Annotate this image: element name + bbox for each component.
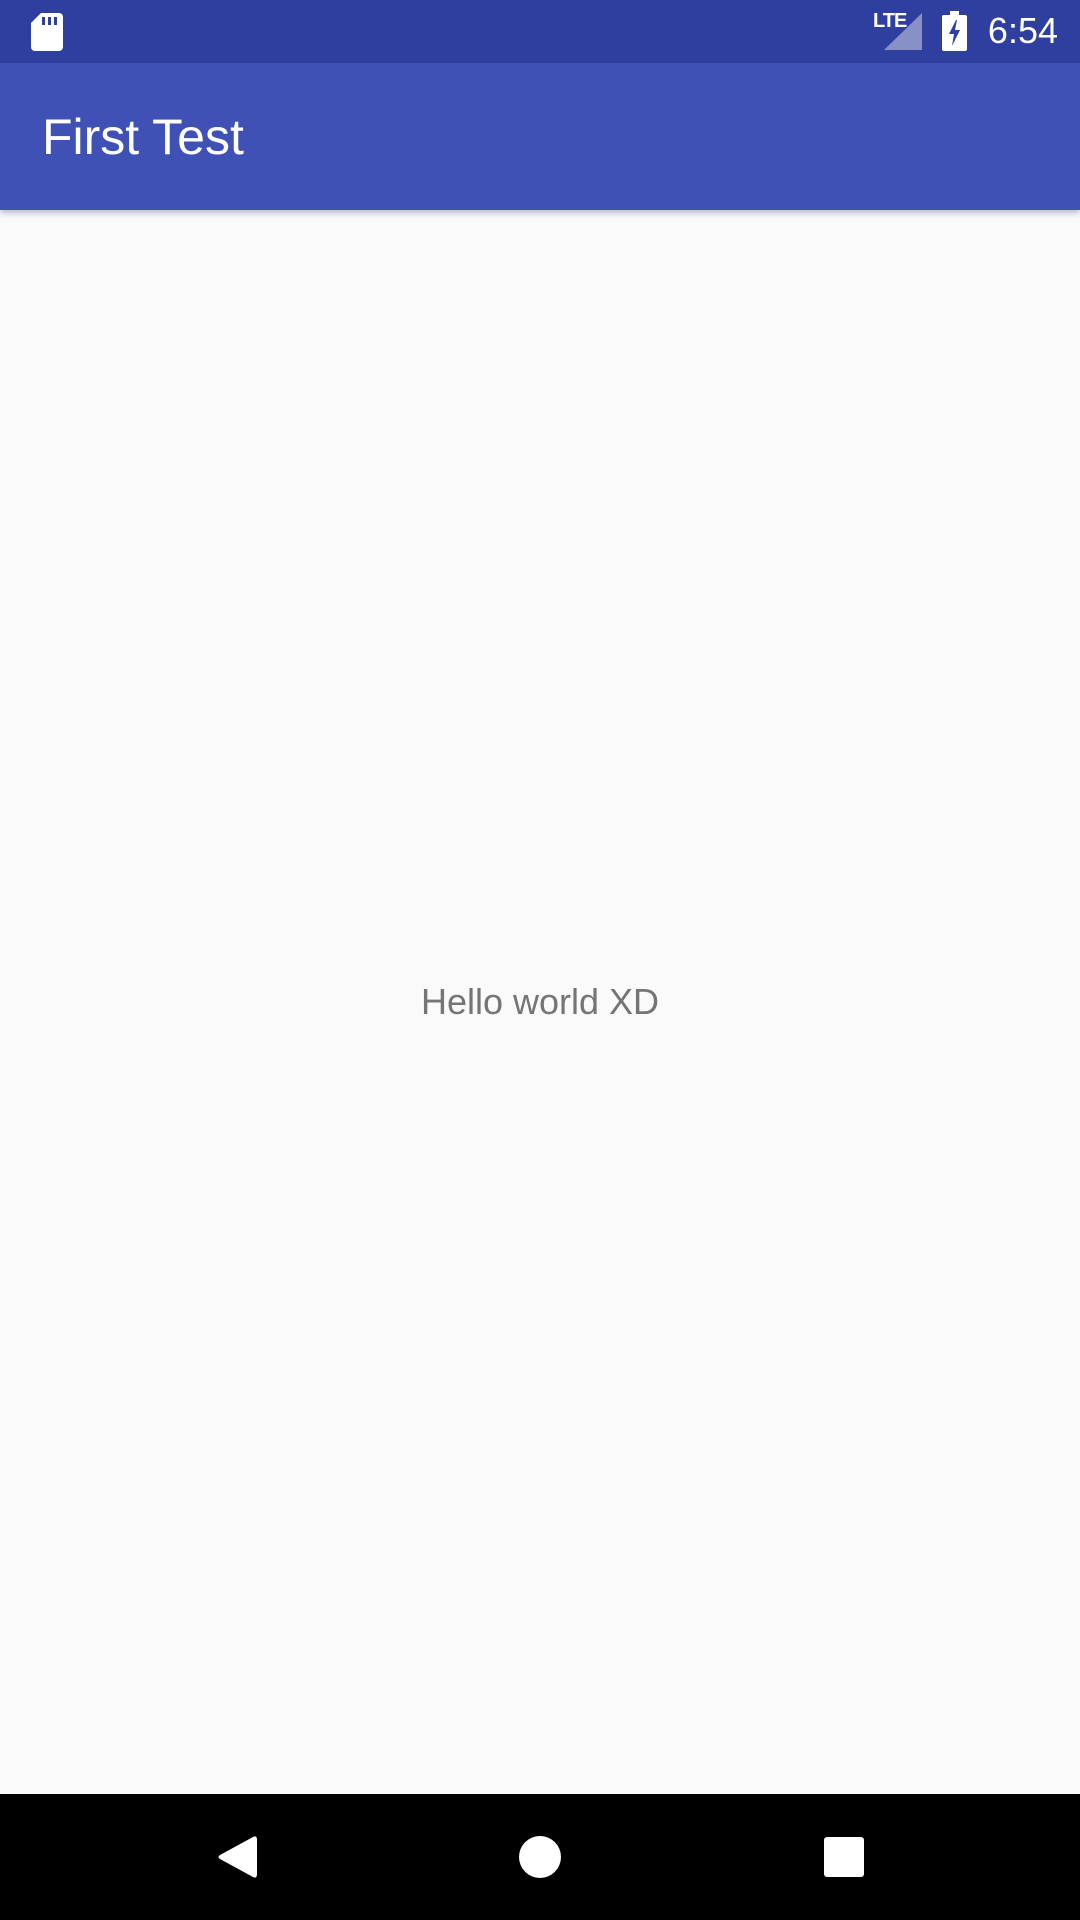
status-bar: LTE 6:54: [0, 0, 1080, 63]
clock-time: 6:54: [987, 10, 1058, 51]
hello-message: Hello world XD: [420, 981, 660, 1022]
battery-charging-icon: [942, 11, 967, 51]
sd-card-icon: [31, 13, 63, 51]
recents-icon: [824, 1837, 864, 1877]
navigation-bar: [0, 1794, 1080, 1920]
back-button[interactable]: [157, 1794, 317, 1920]
main-content: Hello world XD: [0, 210, 1080, 1794]
home-button[interactable]: [460, 1794, 620, 1920]
screen: LTE 6:54 First Test Hello world XD: [0, 0, 1080, 1920]
app-title: First Test: [42, 109, 244, 165]
signal-icon: [884, 13, 922, 50]
back-icon: [218, 1836, 257, 1878]
app-bar: First Test: [0, 63, 1080, 210]
home-icon: [519, 1836, 561, 1878]
recents-button[interactable]: [764, 1794, 924, 1920]
